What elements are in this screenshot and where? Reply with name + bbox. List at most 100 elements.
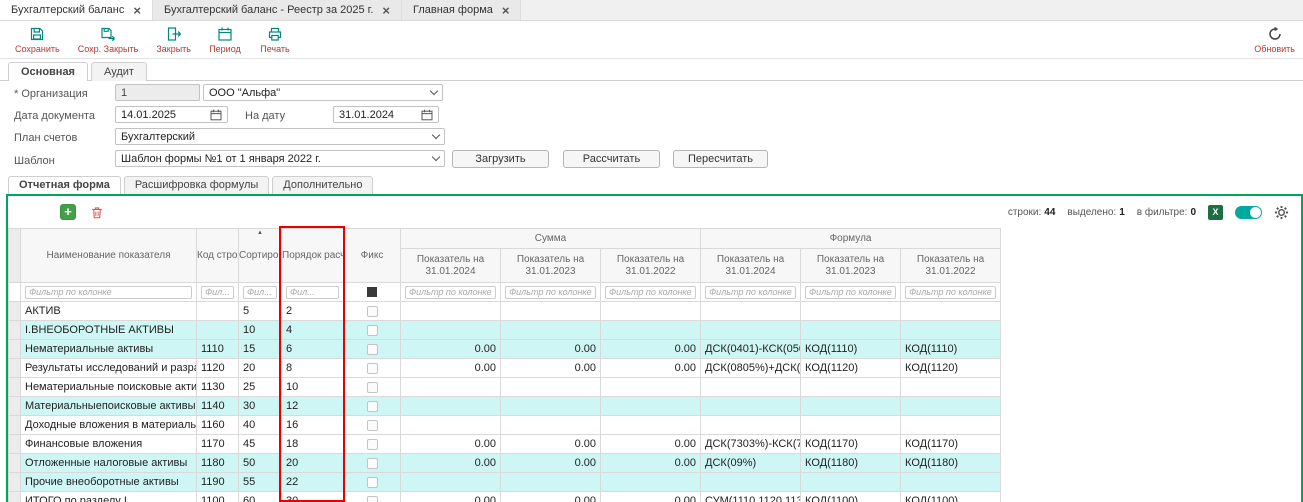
fix-checkbox[interactable] (367, 439, 378, 450)
table-row[interactable]: Доходные вложения в материальные ц..1160… (9, 416, 1001, 435)
row-selector[interactable] (9, 454, 21, 473)
close-icon[interactable]: × (133, 4, 141, 17)
table-row[interactable]: АКТИВ52 (9, 302, 1001, 321)
table-row[interactable]: Результаты исследований и разработок1120… (9, 359, 1001, 378)
row-selector[interactable] (9, 321, 21, 340)
save-close-button[interactable]: Сохр. Закрыть (69, 24, 148, 56)
filter-input-name[interactable] (25, 286, 192, 299)
close-form-button[interactable]: Закрыть (147, 24, 200, 56)
table-row[interactable]: I.ВНЕОБОРОТНЫЕ АКТИВЫ104 (9, 321, 1001, 340)
load-button[interactable]: Загрузить (452, 150, 549, 168)
template-value: Шаблон формы №1 от 1 января 2022 г. (121, 153, 321, 165)
fix-checkbox[interactable] (367, 306, 378, 317)
fix-checkbox[interactable] (367, 363, 378, 374)
print-button[interactable]: Печать (250, 24, 300, 56)
fix-checkbox[interactable] (367, 420, 378, 431)
calendar-icon[interactable] (421, 109, 433, 121)
tab-report-form[interactable]: Отчетная форма (8, 176, 121, 194)
fix-checkbox[interactable] (367, 344, 378, 355)
filter-input-sum-2023[interactable] (505, 286, 596, 299)
table-row[interactable]: Прочие внеоборотные активы11905522 (9, 473, 1001, 492)
table-row[interactable]: Нематериальные поисковые активы11302510 (9, 378, 1001, 397)
recalculate-button[interactable]: Пересчитать (673, 150, 768, 168)
document-date-value: 14.01.2025 (121, 109, 176, 121)
filter-input-formula-2023[interactable] (805, 286, 896, 299)
column-header-formula-2024[interactable]: Показатель на 31.01.2024 (701, 249, 801, 283)
cell-indicator-name: Нематериальные активы (21, 340, 197, 359)
calendar-icon[interactable] (210, 109, 222, 121)
calculate-button[interactable]: Рассчитать (563, 150, 660, 168)
row-selector[interactable] (9, 340, 21, 359)
filter-toggle[interactable] (1235, 206, 1262, 219)
row-selector[interactable] (9, 435, 21, 454)
cell-indicator-name: АКТИВ (21, 302, 197, 321)
row-selector[interactable] (9, 378, 21, 397)
window-tab-register[interactable]: Бухгалтерский баланс - Реестр за 2025 г.… (153, 0, 402, 20)
cell-formula (901, 321, 1001, 340)
window-tab-label: Бухгалтерский баланс - Реестр за 2025 г. (164, 4, 373, 16)
table-row[interactable]: Отложенные налоговые активы118050200.000… (9, 454, 1001, 473)
column-header-name[interactable]: Наименование показателя (21, 229, 197, 283)
column-header-sum-2024[interactable]: Показатель на 31.01.2024 (401, 249, 501, 283)
fix-checkbox[interactable] (367, 401, 378, 412)
excel-export-icon[interactable]: X (1208, 205, 1223, 220)
fix-checkbox[interactable] (367, 477, 378, 488)
fix-checkbox[interactable] (367, 325, 378, 336)
cell-fix (344, 378, 401, 397)
column-header-sort[interactable]: ▲Сортировка (239, 229, 282, 283)
cell-formula (801, 473, 901, 492)
window-tab-main-form[interactable]: Главная форма × (402, 0, 521, 20)
save-button[interactable]: Сохранить (6, 24, 69, 56)
row-selector[interactable] (9, 397, 21, 416)
column-header-code[interactable]: Код строки (197, 229, 239, 283)
table-row[interactable]: Нематериальные активы11101560.000.000.00… (9, 340, 1001, 359)
filter-input-sum-2024[interactable] (405, 286, 496, 299)
cell-calc-order: 4 (282, 321, 344, 340)
chevron-down-icon (430, 87, 438, 95)
row-selector[interactable] (9, 416, 21, 435)
period-button[interactable]: Период (200, 24, 250, 56)
chart-of-accounts-select[interactable]: Бухгалтерский (115, 128, 445, 145)
tab-main[interactable]: Основная (8, 62, 88, 81)
filter-input-code[interactable] (201, 286, 234, 299)
column-header-formula-2022[interactable]: Показатель на 31.01.2022 (901, 249, 1001, 283)
window-tab-balance[interactable]: Бухгалтерский баланс × (0, 0, 153, 20)
row-selector[interactable] (9, 492, 21, 502)
tab-additional[interactable]: Дополнительно (272, 176, 373, 194)
row-selector[interactable] (9, 473, 21, 492)
filter-input-formula-2022[interactable] (905, 286, 996, 299)
row-selector[interactable] (9, 359, 21, 378)
on-date-field[interactable]: 31.01.2024 (333, 106, 439, 123)
refresh-button[interactable]: Обновить (1245, 24, 1297, 56)
organization-code-field[interactable]: 1 (115, 84, 200, 101)
fix-checkbox[interactable] (367, 382, 378, 393)
column-header-sum-2023[interactable]: Показатель на 31.01.2023 (501, 249, 601, 283)
table-row[interactable]: Материальныепоисковые активы11403012 (9, 397, 1001, 416)
fix-checkbox[interactable] (367, 496, 378, 502)
close-icon[interactable]: × (382, 4, 390, 17)
filter-input-sum-2022[interactable] (605, 286, 696, 299)
tab-formula-breakdown[interactable]: Расшифровка формулы (124, 176, 269, 194)
organization-select[interactable]: ООО "Альфа" (203, 84, 443, 101)
column-header-order[interactable]: Порядок расчета (282, 229, 344, 283)
template-select[interactable]: Шаблон формы №1 от 1 января 2022 г. (115, 150, 445, 167)
table-row[interactable]: ИТОГО по разделу I110060300.000.000.00СУ… (9, 492, 1001, 502)
filter-input-sort[interactable] (243, 286, 277, 299)
filter-input-formula-2024[interactable] (705, 286, 796, 299)
fix-checkbox[interactable] (367, 458, 378, 469)
column-header-formula-2023[interactable]: Показатель на 31.01.2023 (801, 249, 901, 283)
table-row[interactable]: Финансовые вложения117045180.000.000.00Д… (9, 435, 1001, 454)
tab-audit[interactable]: Аудит (91, 62, 147, 81)
fix-filter-checkbox[interactable] (367, 287, 377, 297)
column-header-sum-2022[interactable]: Показатель на 31.01.2022 (601, 249, 701, 283)
add-row-button[interactable]: + (60, 204, 76, 220)
cell-sum (601, 378, 701, 397)
settings-gear-icon[interactable] (1274, 205, 1289, 220)
delete-row-button[interactable] (88, 203, 106, 221)
cell-fix (344, 473, 401, 492)
document-date-field[interactable]: 14.01.2025 (115, 106, 228, 123)
filter-input-order[interactable] (286, 286, 339, 299)
close-icon[interactable]: × (502, 4, 510, 17)
row-selector[interactable] (9, 302, 21, 321)
column-header-fix[interactable]: Фикс (344, 229, 401, 283)
